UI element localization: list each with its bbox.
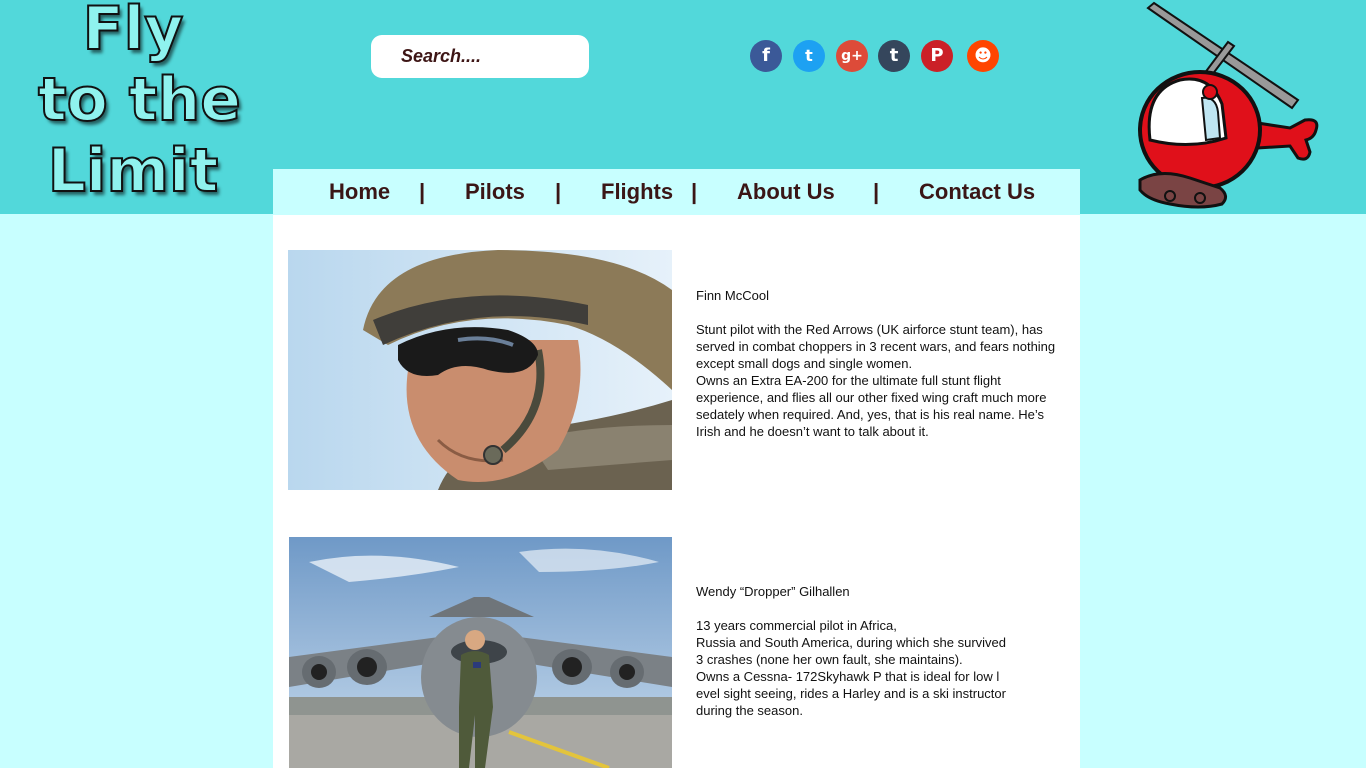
pilot-photo-wendy	[289, 537, 672, 768]
twitter-icon[interactable]: t	[793, 40, 825, 72]
pinterest-icon[interactable]: P	[921, 40, 953, 72]
facebook-icon[interactable]: f	[750, 40, 782, 72]
pilot-name: Wendy “Dropper” Gilhallen	[696, 584, 850, 599]
pilot-bio-finn: Finn McCool Stunt pilot with the Red Arr…	[696, 287, 1066, 440]
pilot-photo-finn	[288, 250, 672, 490]
nav-pilots[interactable]: Pilots	[465, 169, 525, 215]
nav-separator: |	[555, 179, 562, 204]
nav-contact-us[interactable]: Contact Us	[919, 169, 1035, 215]
pilot-description: 3 crashes (none her own fault, she maint…	[696, 652, 963, 667]
pilot-description: 13 years commercial pilot in Africa,	[696, 618, 897, 633]
main-nav: Home | Pilots | Flights | About Us | Con…	[273, 169, 1080, 215]
pilot-description: Owns an Extra EA-200 for the ultimate fu…	[696, 373, 1047, 439]
site-logo[interactable]: Fly to the Limit	[37, 0, 242, 207]
logo-line: to the	[37, 64, 242, 136]
pilots-content: Finn McCool Stunt pilot with the Red Arr…	[273, 215, 1080, 768]
nav-separator: |	[691, 179, 698, 204]
google-plus-icon[interactable]: g+	[836, 40, 868, 72]
pilot-description: Stunt pilot with the Red Arrows (UK airf…	[696, 322, 1056, 371]
logo-line: Limit	[47, 135, 220, 207]
tumblr-icon[interactable]: t	[878, 40, 910, 72]
logo-line: Fly	[82, 0, 185, 65]
pilot-description: during the season.	[696, 703, 803, 718]
nav-separator: |	[873, 179, 880, 204]
pilot-description: Russia and South America, during which s…	[696, 635, 1006, 650]
reddit-icon[interactable]: ☻	[967, 40, 999, 72]
nav-flights[interactable]: Flights	[601, 169, 673, 215]
nav-home[interactable]: Home	[329, 169, 390, 215]
nav-separator: |	[419, 179, 426, 204]
pilot-name: Finn McCool	[696, 288, 769, 303]
helicopter-logo-icon	[1138, 1, 1319, 209]
pilot-description: evel sight seeing, rides a Harley and is…	[696, 686, 1006, 701]
pilot-bio-wendy: Wendy “Dropper” Gilhallen 13 years comme…	[696, 583, 1066, 719]
pilot-description: Owns a Cessna- 172Skyhawk P that is idea…	[696, 669, 1000, 684]
search-input[interactable]	[371, 35, 589, 78]
nav-about-us[interactable]: About Us	[737, 169, 835, 215]
